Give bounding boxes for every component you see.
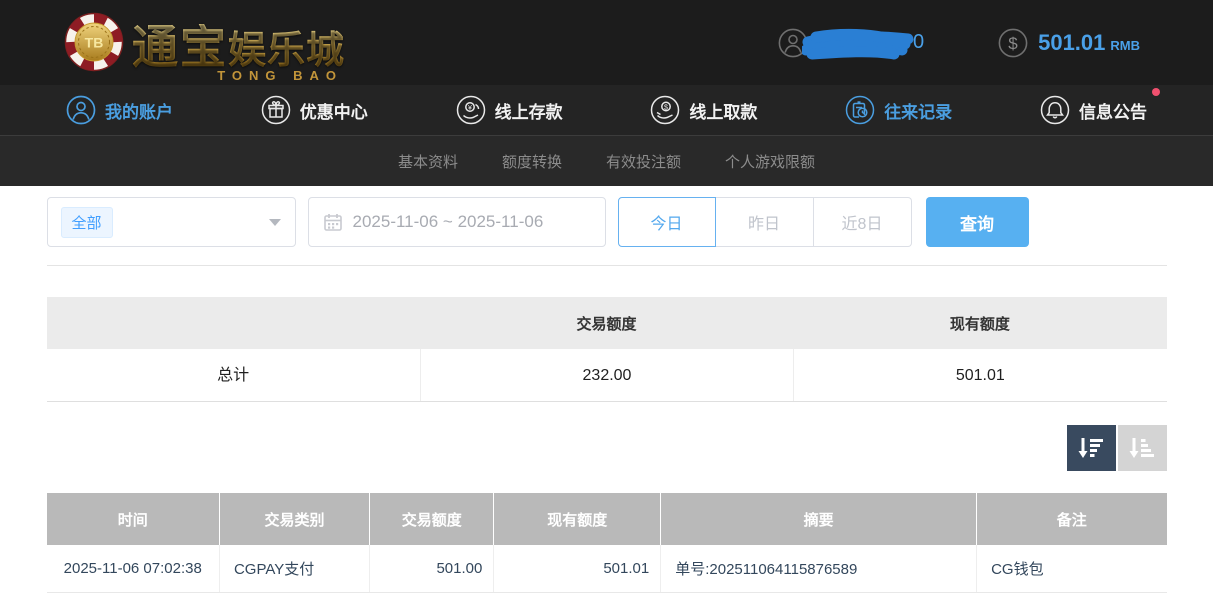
quick-date-button-group: 今日 昨日 近8日 xyxy=(618,197,912,247)
subnav-item-credit-conversion[interactable]: 额度转换 xyxy=(502,151,562,172)
query-button[interactable]: 查询 xyxy=(926,197,1029,247)
balance-amount: 501.01 xyxy=(1038,30,1105,56)
nav-item-online-deposit[interactable]: ¥ 线上存款 xyxy=(456,95,563,125)
records-icon xyxy=(845,95,875,125)
records-table-header: 时间 交易类别 交易额度 现有额度 摘要 备注 xyxy=(47,493,1167,545)
nav-item-transaction-records[interactable]: 往来记录 xyxy=(845,95,952,125)
selected-type-tag[interactable]: 全部 xyxy=(61,207,113,238)
row-transaction-amount: 501.00 xyxy=(369,545,493,592)
main-navigation: 我的账户 优惠中心 ¥ 线上存款 $ 线上取款 xyxy=(0,85,1213,136)
filter-toolbar: 全部 2025-11-06 ~ 2025-11-06 今日 昨日 近8日 xyxy=(47,197,1167,247)
records-table: 时间 交易类别 交易额度 现有额度 摘要 备注 2025-11-06 07:02… xyxy=(47,493,1167,593)
sort-descending-button[interactable] xyxy=(1067,425,1116,471)
chevron-down-icon xyxy=(269,219,281,226)
user-icon xyxy=(66,95,96,125)
svg-text:$: $ xyxy=(1008,34,1018,53)
summary-total-current-balance: 501.01 xyxy=(793,349,1166,401)
row-transaction-type: CGPAY支付 xyxy=(219,545,369,592)
section-divider xyxy=(47,265,1167,266)
brand-name-english: TONG BAO xyxy=(217,69,343,82)
sort-descending-icon xyxy=(1078,436,1104,460)
poker-chip-logo-icon: TB xyxy=(64,12,124,72)
row-summary: 单号:202511064115876589 xyxy=(660,545,976,592)
brand-name-chinese: 通宝娱乐城 xyxy=(132,24,345,70)
username-redaction-scribble: 0 xyxy=(802,23,920,63)
nav-item-online-withdrawal[interactable]: $ 线上取款 xyxy=(650,95,757,125)
row-current-balance: 501.01 xyxy=(493,545,660,592)
dollar-coin-icon: $ xyxy=(998,28,1028,58)
chip-badge-text: TB xyxy=(85,34,104,50)
yesterday-button[interactable]: 昨日 xyxy=(716,197,814,247)
row-remark: CG钱包 xyxy=(976,545,1166,592)
summary-table: 交易额度 现有额度 总计 232.00 501.01 xyxy=(47,297,1167,402)
nav-item-my-account[interactable]: 我的账户 xyxy=(66,95,173,125)
svg-text:$: $ xyxy=(664,104,668,111)
notification-dot xyxy=(1152,88,1160,96)
calendar-icon xyxy=(323,212,343,232)
summary-total-label: 总计 xyxy=(47,349,420,401)
nav-item-promotions[interactable]: 优惠中心 xyxy=(261,95,368,125)
deposit-icon: ¥ xyxy=(456,95,486,125)
summary-table-header: 交易额度 现有额度 xyxy=(47,297,1167,349)
column-header-time: 时间 xyxy=(47,493,219,545)
subnav-item-personal-game-limit[interactable]: 个人游戏限额 xyxy=(725,151,815,172)
summary-header-transaction-amount: 交易额度 xyxy=(420,313,793,334)
summary-total-row: 总计 232.00 501.01 xyxy=(47,349,1167,402)
column-header-current-balance: 现有额度 xyxy=(493,493,660,545)
summary-header-current-balance: 现有额度 xyxy=(793,313,1166,334)
nav-item-announcements[interactable]: 信息公告 xyxy=(1040,95,1147,125)
withdraw-icon: $ xyxy=(650,95,680,125)
sort-controls xyxy=(47,425,1167,471)
svg-text:¥: ¥ xyxy=(468,105,472,112)
today-button[interactable]: 今日 xyxy=(618,197,716,247)
summary-total-transaction-amount: 232.00 xyxy=(420,349,793,401)
subnav-item-valid-bets[interactable]: 有效投注额 xyxy=(606,151,681,172)
date-range-value: 2025-11-06 ~ 2025-11-06 xyxy=(353,212,544,232)
column-header-transaction-amount: 交易额度 xyxy=(369,493,493,545)
column-header-transaction-type: 交易类别 xyxy=(219,493,369,545)
subnav-item-basic-info[interactable]: 基本资料 xyxy=(398,151,458,172)
bell-icon xyxy=(1040,95,1070,125)
last-8-days-button[interactable]: 近8日 xyxy=(814,197,912,247)
balance-display[interactable]: $ 501.01 RMB xyxy=(998,28,1140,58)
row-time: 2025-11-06 07:02:38 xyxy=(47,545,219,592)
sort-ascending-icon xyxy=(1129,436,1155,460)
date-range-input[interactable]: 2025-11-06 ~ 2025-11-06 xyxy=(308,197,606,247)
top-header: TB 通宝娱乐城 TONG BAO xyxy=(0,0,1213,85)
account-sub-navigation: 基本资料 额度转换 有效投注额 个人游戏限额 xyxy=(0,136,1213,186)
sort-ascending-button[interactable] xyxy=(1118,425,1167,471)
username-display[interactable]: 0 xyxy=(778,23,920,63)
username-visible-character: 0 xyxy=(913,31,924,54)
column-header-remark: 备注 xyxy=(976,493,1166,545)
balance-currency: RMB xyxy=(1110,33,1140,53)
transaction-type-select[interactable]: 全部 xyxy=(47,197,296,247)
brand-logo[interactable]: TB 通宝娱乐城 TONG BAO xyxy=(64,12,345,74)
gift-icon xyxy=(261,95,291,125)
column-header-summary: 摘要 xyxy=(660,493,976,545)
table-row: 2025-11-06 07:02:38 CGPAY支付 501.00 501.0… xyxy=(47,545,1167,593)
